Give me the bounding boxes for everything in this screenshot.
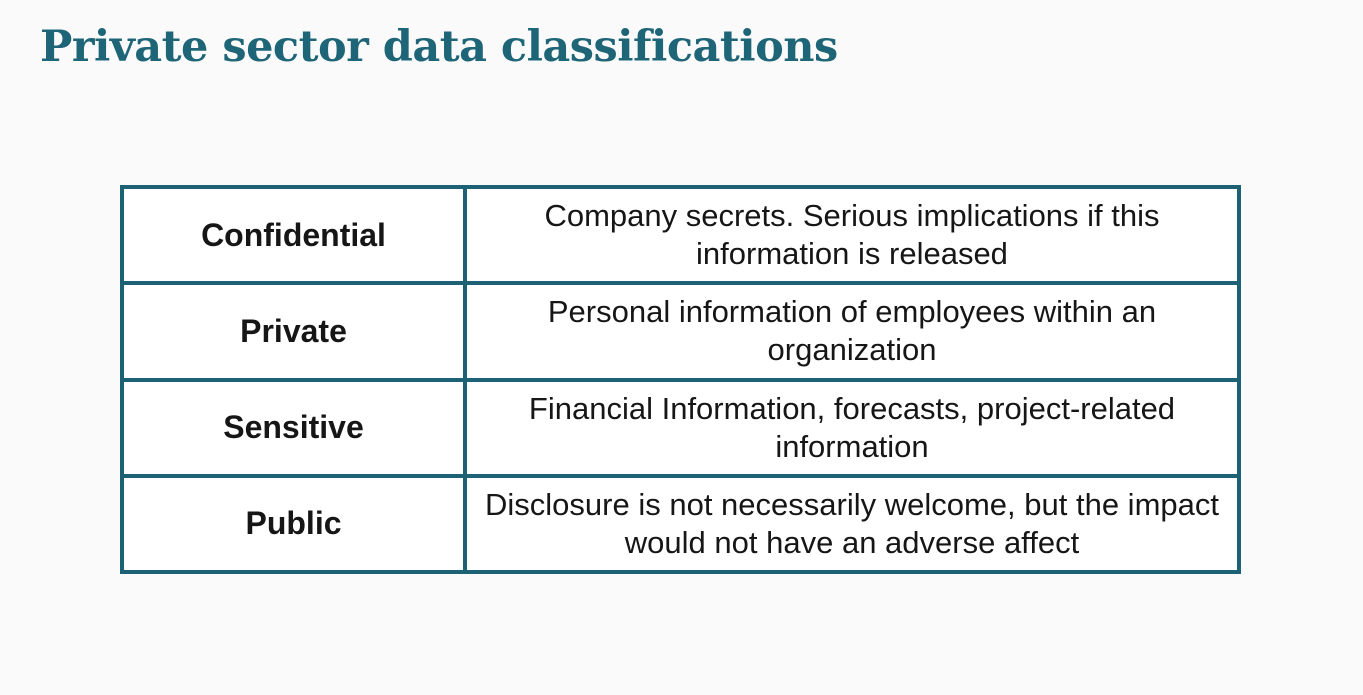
description-cell-confidential: Company secrets. Serious implications if…: [463, 184, 1241, 286]
table-row: Public Disclosure is not necessarily wel…: [120, 473, 1241, 575]
category-cell-private: Private: [120, 281, 467, 382]
slide-title: Private sector data classifications: [40, 22, 838, 72]
table-row: Confidential Company secrets. Serious im…: [120, 184, 1241, 286]
category-cell-public: Public: [120, 473, 467, 575]
description-cell-private: Personal information of employees within…: [463, 281, 1241, 382]
table-row: Sensitive Financial Information, forecas…: [120, 377, 1241, 478]
description-cell-public: Disclosure is not necessarily welcome, b…: [463, 473, 1241, 575]
category-cell-sensitive: Sensitive: [120, 377, 467, 478]
category-cell-confidential: Confidential: [120, 184, 467, 286]
classification-table: Confidential Company secrets. Serious im…: [120, 184, 1241, 575]
slide: Private sector data classifications Conf…: [0, 0, 1363, 695]
table-row: Private Personal information of employee…: [120, 281, 1241, 382]
description-cell-sensitive: Financial Information, forecasts, projec…: [463, 377, 1241, 478]
